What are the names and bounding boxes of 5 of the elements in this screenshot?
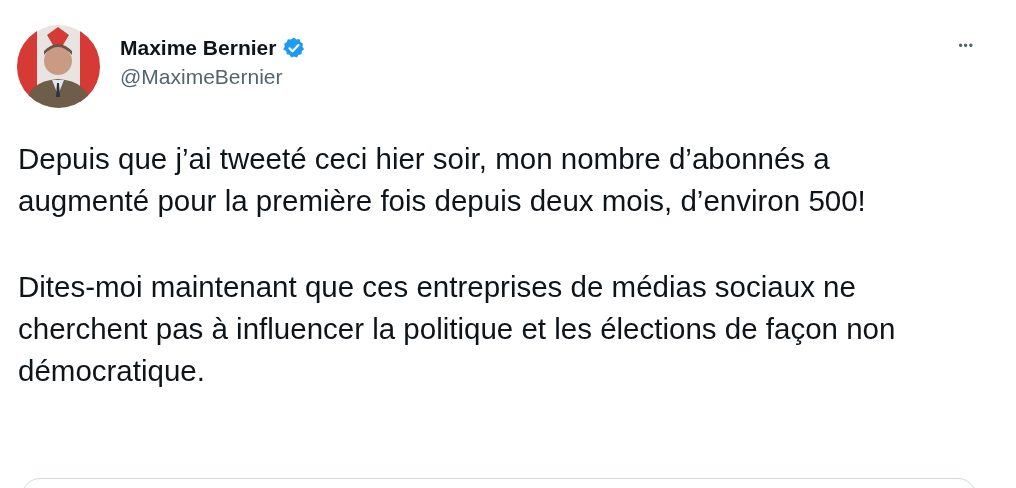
- author-name[interactable]: Maxime Bernier: [120, 35, 277, 61]
- more-button[interactable]: •••: [958, 37, 974, 55]
- author-handle[interactable]: @MaximeBernier: [120, 63, 307, 91]
- tweet-text: Dites-moi maintenant que ces entreprises de médias sociaux ne cherchent pas à influencer la politique et les élections de façon non démocratique.: [18, 269, 897, 389]
- tweet-text: Depuis que j’ai tweeté ceci hier soir, mon nombre d’abonnés a augmenté pour la première fois depuis deux mois, d’environ 500!: [18, 141, 867, 219]
